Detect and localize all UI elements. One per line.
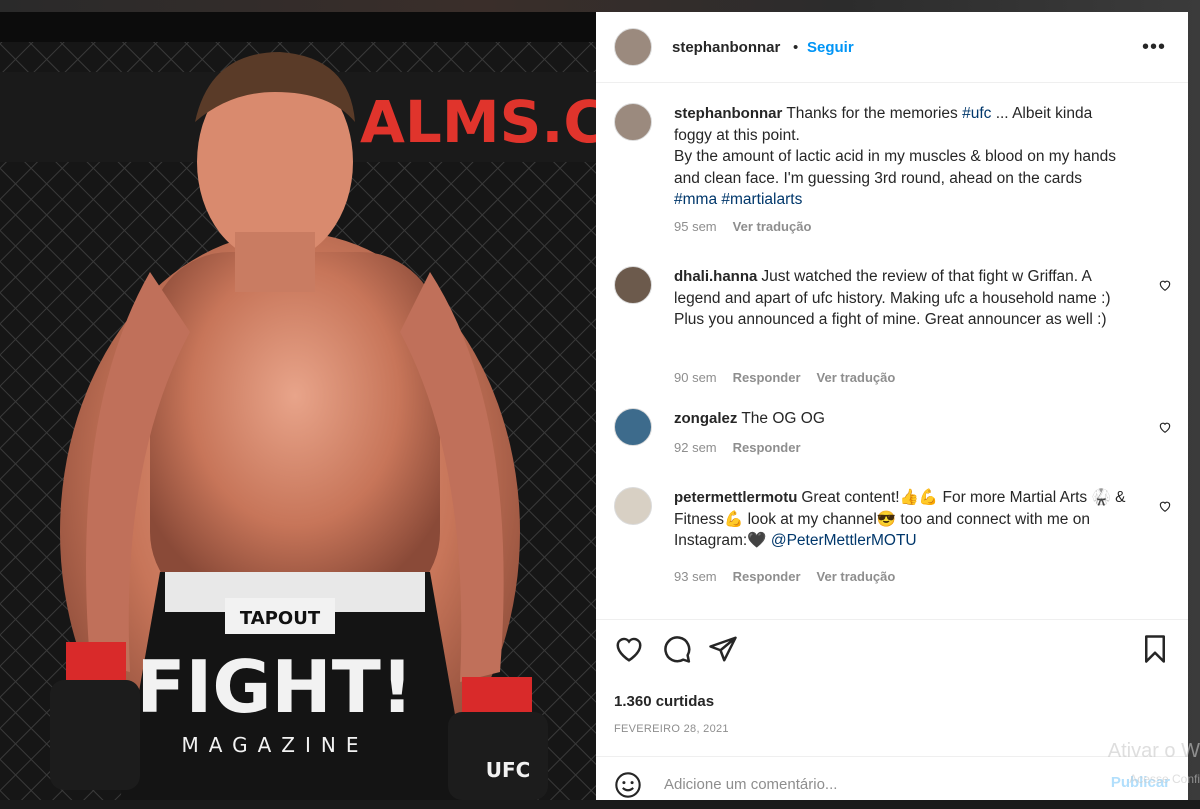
reply-button[interactable]: Responder — [733, 370, 801, 385]
caption-username[interactable]: stephanbonnar — [674, 105, 782, 122]
save-bookmark-icon[interactable] — [1140, 634, 1170, 664]
shorts-magazine-text: MAGAZINE — [182, 733, 369, 757]
reply-button[interactable]: Responder — [733, 440, 801, 455]
comment-time[interactable]: 93 sem — [674, 569, 717, 584]
mention-link[interactable]: @PeterMettlerMOTU — [771, 532, 917, 549]
like-comment-heart-icon[interactable] — [1158, 278, 1172, 292]
emoji-picker-icon[interactable] — [614, 771, 642, 799]
comment-text: petermettlermotu Great content!👍💪 For mor… — [674, 487, 1134, 552]
like-comment-heart-icon[interactable] — [1158, 420, 1172, 434]
fighter-photo: ALMS.C TAPOUT FIGHT! MAGAZINE UFC — [0, 12, 596, 800]
comment-meta: 92 sem Responder — [674, 440, 817, 455]
commenter-avatar[interactable] — [614, 266, 652, 304]
post-photo[interactable]: ALMS.C TAPOUT FIGHT! MAGAZINE UFC — [0, 12, 596, 800]
commenter-avatar[interactable] — [614, 408, 652, 446]
os-activation-watermark-sub: Acesse Confi — [1129, 772, 1200, 786]
post-detail-panel: stephanbonnar • Seguir ••• stephanbonnar… — [596, 12, 1188, 800]
likes-count[interactable]: 1.360 curtidas — [614, 693, 714, 710]
caption-line: By the amount of lactic acid in my muscl… — [674, 148, 1116, 187]
commenter-username[interactable]: petermettlermotu — [674, 489, 797, 506]
caption-text: stephanbonnar Thanks for the memories #uf… — [674, 103, 1134, 211]
commenter-username[interactable]: zongalez — [674, 410, 737, 427]
comments-list[interactable]: stephanbonnar Thanks for the memories #uf… — [596, 83, 1188, 619]
comment-meta: 90 sem Responder Ver tradução — [674, 370, 911, 385]
more-options-icon[interactable]: ••• — [1142, 36, 1166, 59]
comment-time[interactable]: 90 sem — [674, 370, 717, 385]
see-translation-link[interactable]: Ver tradução — [733, 219, 812, 234]
see-translation-link[interactable]: Ver tradução — [817, 569, 896, 584]
caption-hashtags[interactable]: #mma #martialarts — [674, 191, 802, 208]
os-activation-watermark: Ativar o W — [1107, 740, 1200, 762]
author-username[interactable]: stephanbonnar — [672, 39, 780, 56]
see-translation-link[interactable]: Ver tradução — [817, 370, 896, 385]
reply-button[interactable]: Responder — [733, 569, 801, 584]
add-comment-bar: Publicar — [596, 756, 1188, 809]
caption-avatar[interactable] — [614, 103, 652, 141]
comment-meta: 93 sem Responder Ver tradução — [674, 569, 911, 584]
glove-ufc-text: UFC — [486, 758, 531, 782]
follow-button[interactable]: Seguir — [807, 39, 854, 56]
comment-bubble-icon[interactable] — [662, 634, 692, 664]
comment-text: dhali.hanna Just watched the review of th… — [674, 266, 1134, 331]
author-avatar[interactable] — [614, 28, 652, 66]
like-heart-icon[interactable] — [614, 634, 644, 664]
comment-time[interactable]: 92 sem — [674, 440, 717, 455]
comment-body: The OG OG — [741, 410, 825, 427]
commenter-avatar[interactable] — [614, 487, 652, 525]
caption-meta: 95 sem Ver tradução — [674, 219, 827, 234]
tapout-logo: TAPOUT — [240, 608, 321, 629]
comment-text: zongalez The OG OG — [674, 408, 1134, 430]
share-paper-plane-icon[interactable] — [708, 634, 738, 664]
post-header: stephanbonnar • Seguir ••• — [596, 12, 1188, 83]
shorts-fight-text: FIGHT! — [136, 645, 413, 729]
like-comment-heart-icon[interactable] — [1158, 499, 1172, 513]
separator-dot: • — [793, 39, 799, 56]
banner-text: ALMS.C — [360, 88, 596, 156]
comment-input[interactable] — [662, 771, 1086, 797]
caption-part: Thanks for the memories — [786, 105, 963, 122]
commenter-username[interactable]: dhali.hanna — [674, 268, 757, 285]
post-actions: 1.360 curtidas FEVEREIRO 28, 2021 Public… — [596, 619, 1188, 801]
hashtag-ufc[interactable]: #ufc — [962, 105, 991, 122]
post-date: FEVEREIRO 28, 2021 — [614, 723, 729, 735]
caption-time[interactable]: 95 sem — [674, 219, 717, 234]
